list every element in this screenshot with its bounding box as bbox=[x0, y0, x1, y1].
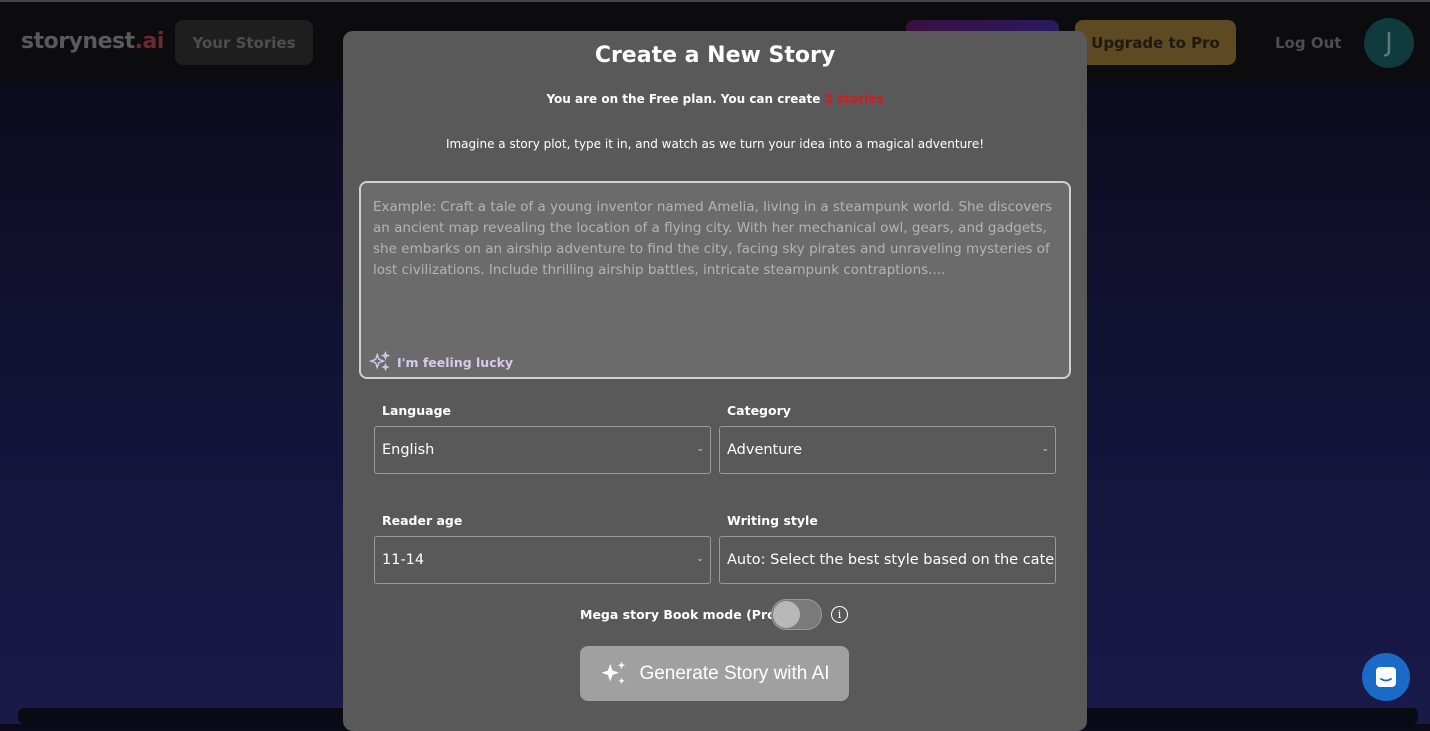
sparkle-icon bbox=[601, 661, 626, 684]
plot-input[interactable] bbox=[373, 197, 1053, 327]
plot-box: I'm feeling lucky bbox=[359, 181, 1071, 379]
upgrade-button[interactable]: Upgrade to Pro bbox=[1075, 20, 1236, 65]
language-select[interactable]: English ⌄ bbox=[374, 426, 711, 474]
chat-icon bbox=[1376, 667, 1396, 687]
create-story-modal: Create a New Story You are on the Free p… bbox=[343, 31, 1087, 731]
reader-age-label: Reader age bbox=[382, 513, 463, 528]
mega-mode-label: Mega story Book mode (Pro) bbox=[580, 607, 782, 622]
generate-story-button[interactable]: Generate Story with AI bbox=[580, 646, 849, 701]
generate-label: Generate Story with AI bbox=[639, 662, 830, 684]
feeling-lucky-label: I'm feeling lucky bbox=[397, 354, 514, 370]
reader-age-value: 11-14 bbox=[382, 552, 425, 568]
sparkle-icon bbox=[369, 351, 391, 372]
toggle-knob bbox=[773, 601, 800, 628]
writing-style-label: Writing style bbox=[727, 513, 818, 528]
feeling-lucky-button[interactable]: I'm feeling lucky bbox=[369, 351, 513, 373]
language-label: Language bbox=[382, 403, 452, 418]
chevron-down-icon: ⌄ bbox=[696, 554, 704, 564]
info-icon[interactable]: i bbox=[831, 606, 848, 623]
story-count: 2 stories bbox=[824, 92, 884, 106]
language-value: English bbox=[382, 442, 435, 458]
chat-launcher-button[interactable] bbox=[1362, 653, 1410, 701]
plan-text: You are on the Free plan. You can create bbox=[546, 92, 825, 106]
chevron-down-icon: ⌄ bbox=[696, 444, 704, 454]
reader-age-select[interactable]: 11-14 ⌄ bbox=[374, 536, 711, 584]
chevron-down-icon: ⌄ bbox=[1041, 444, 1049, 454]
logo-suffix: .ai bbox=[134, 29, 165, 54]
writing-style-value: Auto: Select the best style based on the… bbox=[727, 552, 1055, 568]
category-label: Category bbox=[727, 403, 791, 418]
writing-style-input[interactable]: Auto: Select the best style based on the… bbox=[719, 536, 1056, 584]
logout-link[interactable]: Log Out bbox=[1275, 34, 1341, 52]
avatar[interactable]: J bbox=[1364, 18, 1414, 68]
mega-mode-toggle[interactable] bbox=[771, 599, 822, 630]
logo-text: storynest bbox=[21, 29, 135, 54]
intro-text: Imagine a story plot, type it in, and wa… bbox=[445, 137, 985, 151]
modal-title: Create a New Story bbox=[594, 43, 836, 68]
plan-notice: You are on the Free plan. You can create… bbox=[343, 92, 1087, 106]
category-select[interactable]: Adventure ⌄ bbox=[719, 426, 1056, 474]
your-stories-button[interactable]: Your Stories bbox=[175, 20, 313, 65]
category-value: Adventure bbox=[727, 442, 802, 458]
logo[interactable]: storynest.ai bbox=[21, 29, 164, 54]
